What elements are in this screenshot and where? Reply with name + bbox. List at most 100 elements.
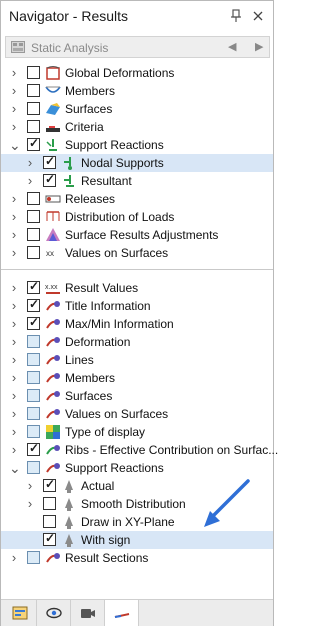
- tree-item-label: Actual: [81, 479, 115, 493]
- section-divider: [1, 269, 273, 270]
- chevron-right-icon[interactable]: ›: [9, 443, 19, 456]
- tree-item[interactable]: › ✓ Max/Min Information: [1, 315, 273, 333]
- checkbox[interactable]: ✓: [27, 279, 40, 294]
- tree-item-label: Members: [65, 371, 116, 385]
- lines-icon: [45, 352, 61, 368]
- distribution-of-loads-icon: [45, 209, 61, 225]
- checkbox[interactable]: [27, 461, 40, 474]
- svg-text:xx: xx: [46, 249, 54, 258]
- close-button[interactable]: [248, 6, 268, 26]
- tree-item[interactable]: › ✓ Title Information: [1, 297, 273, 315]
- tree-item[interactable]: › Surfaces: [1, 387, 273, 405]
- tree-item-label: Global Deformations: [65, 66, 175, 80]
- checkbox[interactable]: [27, 228, 40, 241]
- chevron-right-icon[interactable]: ›: [9, 66, 19, 79]
- tree-item[interactable]: › ✓ Ribs - Effective Contribution on Surfa…: [1, 441, 278, 459]
- tree-item[interactable]: › Distribution of Loads: [1, 208, 273, 226]
- checkbox[interactable]: ✓: [27, 441, 40, 456]
- tree-item[interactable]: › Lines: [1, 351, 273, 369]
- checkbox[interactable]: [27, 66, 40, 79]
- checkbox[interactable]: [27, 120, 40, 133]
- chevron-right-icon[interactable]: ›: [9, 317, 19, 330]
- tree-item[interactable]: › ✓ Resultant: [1, 172, 273, 190]
- checkbox[interactable]: [27, 389, 40, 402]
- navigator-tab-bar: [1, 599, 273, 626]
- checkbox[interactable]: [27, 425, 40, 438]
- checkbox[interactable]: ✓: [43, 477, 56, 492]
- chevron-right-icon[interactable]: ›: [9, 551, 19, 564]
- support-reactions-display-icon: [45, 460, 61, 476]
- data-tab[interactable]: [3, 600, 37, 626]
- tree-item[interactable]: › Global Deformations: [1, 64, 273, 82]
- checkbox[interactable]: [27, 102, 40, 115]
- checkbox[interactable]: [27, 551, 40, 564]
- chevron-left-icon[interactable]: ◀: [228, 40, 236, 53]
- chevron-right-icon[interactable]: ›: [9, 371, 19, 384]
- chevron-right-icon[interactable]: ›: [9, 425, 19, 438]
- chevron-right-icon[interactable]: ▶: [255, 40, 263, 53]
- chevron-down-icon[interactable]: ⌄: [9, 461, 21, 475]
- checkbox[interactable]: [27, 335, 40, 348]
- chevron-right-icon[interactable]: ›: [9, 102, 19, 115]
- tree-item-label: Lines: [65, 353, 94, 367]
- with-sign-icon: [61, 532, 77, 548]
- chevron-right-icon[interactable]: ›: [9, 389, 19, 402]
- tree-item[interactable]: ⌄ Support Reactions: [1, 459, 273, 477]
- checkbox[interactable]: ✓: [27, 136, 40, 151]
- results-tab[interactable]: [105, 600, 139, 626]
- tree-item-label: Surfaces: [65, 389, 113, 403]
- checkbox[interactable]: ✓: [27, 297, 40, 312]
- chevron-right-icon[interactable]: ›: [9, 299, 19, 312]
- checkbox[interactable]: [27, 353, 40, 366]
- chevron-right-icon[interactable]: ›: [9, 84, 19, 97]
- checkbox[interactable]: [43, 515, 56, 528]
- checkbox[interactable]: [27, 407, 40, 420]
- checkbox[interactable]: [27, 246, 40, 259]
- checkbox[interactable]: [27, 371, 40, 384]
- checkbox[interactable]: ✓: [43, 154, 56, 169]
- tree-item[interactable]: › Deformation: [1, 333, 273, 351]
- tree-item[interactable]: › xx Values on Surfaces: [1, 244, 273, 262]
- checkbox[interactable]: ✓: [43, 531, 56, 546]
- chevron-right-icon[interactable]: ›: [9, 192, 19, 205]
- load-case-dropdown[interactable]: Static Analysis ◀ ▶: [5, 36, 270, 58]
- display-tab[interactable]: [37, 600, 71, 626]
- tree-item[interactable]: › Members: [1, 82, 273, 100]
- chevron-right-icon[interactable]: ›: [25, 497, 35, 510]
- tree-item[interactable]: › Members: [1, 369, 273, 387]
- tree-item[interactable]: › Result Sections: [1, 549, 273, 567]
- chevron-down-icon[interactable]: ⌄: [9, 138, 21, 152]
- chevron-right-icon[interactable]: ›: [9, 353, 19, 366]
- chevron-right-icon[interactable]: ›: [9, 228, 19, 241]
- tree-item-label: With sign: [81, 533, 131, 547]
- checkbox[interactable]: ✓: [27, 315, 40, 330]
- checkbox[interactable]: [27, 192, 40, 205]
- tree-item[interactable]: › Surface Results Adjustments: [1, 226, 273, 244]
- tree-item[interactable]: › Criteria: [1, 118, 273, 136]
- chevron-right-icon[interactable]: ›: [25, 174, 35, 187]
- camera-icon: [80, 609, 95, 618]
- chevron-right-icon[interactable]: ›: [9, 120, 19, 133]
- tree-item-label: Result Sections: [65, 551, 149, 565]
- tree-item[interactable]: › ✓ Nodal Supports: [1, 154, 273, 172]
- tree-item[interactable]: › Values on Surfaces: [1, 405, 273, 423]
- chevron-right-icon[interactable]: ›: [9, 335, 19, 348]
- pin-button[interactable]: [226, 6, 246, 26]
- views-tab[interactable]: [71, 600, 105, 626]
- checkbox[interactable]: [43, 497, 56, 510]
- chevron-right-icon[interactable]: ›: [9, 246, 19, 259]
- chevron-right-icon[interactable]: ›: [9, 407, 19, 420]
- checkbox[interactable]: [27, 84, 40, 97]
- chevron-right-icon[interactable]: ›: [9, 210, 19, 223]
- tree-item[interactable]: ⌄ ✓ Support Reactions: [1, 136, 273, 154]
- chevron-right-icon[interactable]: ›: [25, 156, 35, 169]
- tree-item[interactable]: › Releases: [1, 190, 273, 208]
- chevron-right-icon[interactable]: ›: [9, 281, 19, 294]
- tree-item[interactable]: ✓ With sign: [1, 531, 273, 549]
- tree-item[interactable]: › Surfaces: [1, 100, 273, 118]
- checkbox[interactable]: ✓: [43, 172, 56, 187]
- tree-item[interactable]: › Type of display: [1, 423, 273, 441]
- checkbox[interactable]: [27, 210, 40, 223]
- chevron-right-icon[interactable]: ›: [25, 479, 35, 492]
- tree-item[interactable]: › ✓ x.xx Result Values: [1, 279, 273, 297]
